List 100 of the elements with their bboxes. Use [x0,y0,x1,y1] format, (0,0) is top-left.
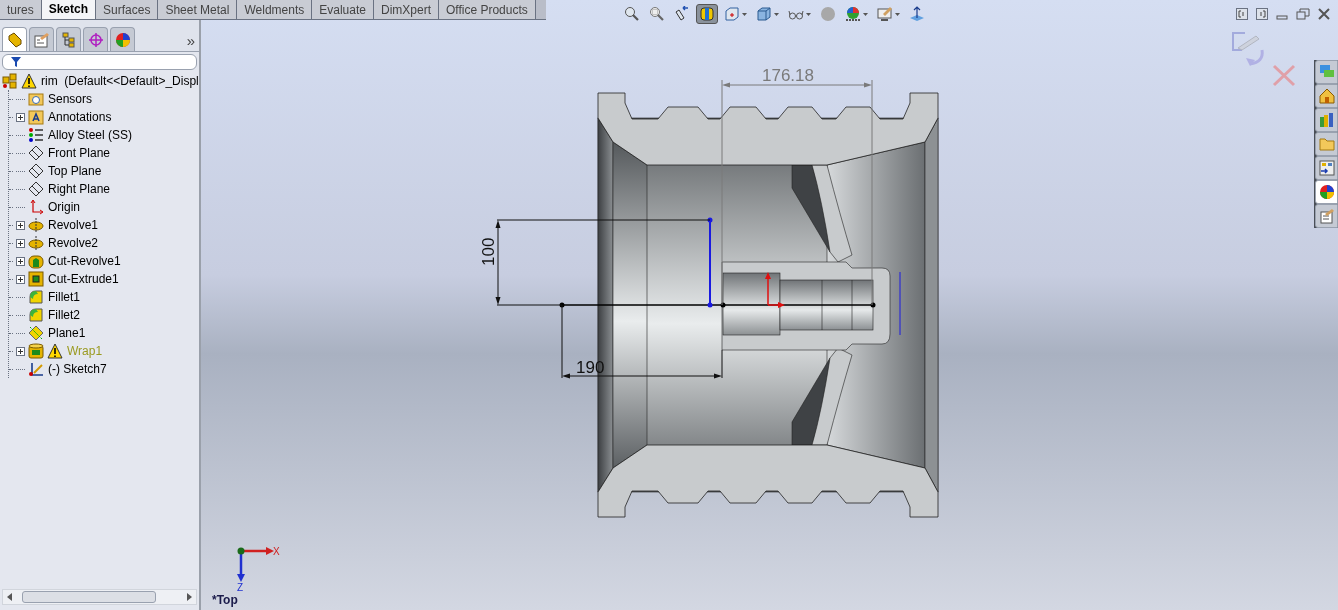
scroll-left-icon[interactable] [6,593,14,601]
restore-icon[interactable] [1296,8,1310,20]
expand-toggle[interactable] [16,220,25,230]
globe-scene-icon [845,6,861,22]
sketch-icon [28,361,44,377]
axis-plane-icon [909,6,925,22]
configuration-tree-icon [60,31,77,48]
tree-item-label[interactable]: Fillet1 [48,288,80,306]
scrollbar-thumb[interactable] [22,591,156,603]
tree-item-label[interactable]: rim (Default<<Default>_Displ [41,72,199,90]
panel-tab[interactable] [83,27,108,51]
command-tab[interactable]: DimXpert [373,0,439,19]
axis-label: Z [237,582,244,593]
plus-icon [17,113,24,121]
tree-item-label[interactable]: (-) Sketch7 [48,360,107,378]
cube-icon [756,6,772,22]
panel-tab[interactable] [2,27,27,51]
tree-item-label[interactable]: Revolve2 [48,234,99,252]
panel-tab[interactable] [110,27,135,51]
command-tab[interactable]: Office Products [439,0,536,19]
folder-icon [28,109,44,125]
plane-icon [28,325,44,341]
command-tab[interactable]: Sketch [41,0,97,19]
sphere-icon [820,6,836,22]
plane-icon [28,163,44,179]
cube-arrows-icon [724,6,740,22]
magnifier-icon [649,6,665,22]
tree-item-label[interactable]: Front Plane [48,144,111,162]
command-tab[interactable]: Evaluate [312,0,374,19]
plus-icon [17,275,24,283]
cut-extrude-icon [28,271,44,287]
caret-icon [863,12,868,16]
books-icon [1318,112,1335,128]
origin-icon [28,199,44,215]
axis-label: X [273,546,280,557]
command-tab[interactable]: Weldments [237,0,313,19]
magnifier-icon [624,6,640,22]
tree-item-label[interactable]: Origin [48,198,80,216]
expand-toggle[interactable] [16,238,25,248]
cut-revolve-icon [28,253,44,269]
plane-icon [28,181,44,197]
cylinder-icon [28,343,44,359]
folder-icon [1318,136,1335,152]
section-cylinder-icon [699,6,715,22]
color-ball-icon [114,31,131,48]
tree-item-label[interactable]: Sensors [48,90,93,108]
bracket-icon [1238,10,1246,18]
caret-icon [742,12,747,16]
fillet-icon [28,289,44,305]
command-tab[interactable]: tures [0,0,42,19]
chat-bubbles-icon [1318,64,1335,80]
sketch-point [720,302,726,308]
task-pane-tab[interactable] [1315,84,1338,108]
plus-icon [17,347,24,355]
tree-item-label[interactable]: Cut-Extrude1 [48,270,119,288]
plane-icon [28,145,44,161]
bracket-icon [1258,10,1266,18]
task-pane-tab[interactable] [1315,180,1338,204]
expand-toggle[interactable] [16,274,25,284]
clipboard-icon [1318,208,1335,224]
more-tabs-button[interactable]: » [186,33,195,48]
expand-toggle[interactable] [16,256,25,266]
tile-right-button[interactable] [1256,8,1268,20]
caret-icon [774,12,779,16]
material-list-icon [28,127,44,143]
property-sheet-icon [33,31,50,48]
tree-item-label[interactable]: Annotations [48,108,112,126]
view-tool-button[interactable] [874,4,903,24]
close-icon[interactable] [1318,8,1330,20]
caret-icon [895,12,900,16]
plus-icon [17,239,24,247]
tree-item-label[interactable]: Alloy Steel (SS) [48,126,133,144]
expand-toggle[interactable] [16,346,25,356]
scroll-right-icon[interactable] [185,593,193,601]
tree-item-label[interactable]: Fillet2 [48,306,80,324]
color-ball-icon [1318,184,1335,200]
tree-item-label[interactable]: Top Plane [48,162,102,180]
tile-left-button[interactable] [1236,8,1248,20]
plus-icon [17,221,24,229]
view-tool-button[interactable] [696,4,718,24]
command-tab[interactable]: Surfaces [96,0,159,19]
task-pane-tab[interactable] [1315,156,1338,180]
sketch-origin-icon [765,272,785,308]
crosshair-icon [87,31,104,48]
folder-gauge-icon [28,91,44,107]
task-pane-tab[interactable] [1315,204,1338,228]
caret-icon [806,12,811,16]
funnel-icon [11,57,21,67]
part-icon [6,31,23,48]
tree-item-label[interactable]: Plane1 [48,324,86,342]
command-tab[interactable]: Sheet Metal [158,0,238,19]
tree-item-label[interactable]: Revolve1 [48,216,99,234]
dimension-value[interactable]: 100 [479,237,498,266]
task-pane-tab[interactable] [1315,108,1338,132]
expand-toggle[interactable] [16,112,25,122]
tree-item-label[interactable]: Cut-Revolve1 [48,252,121,270]
revolve-icon [28,217,44,233]
filter-field[interactable] [2,54,197,70]
tree-item-label[interactable]: Right Plane [48,180,111,198]
form-icon [1318,160,1335,176]
